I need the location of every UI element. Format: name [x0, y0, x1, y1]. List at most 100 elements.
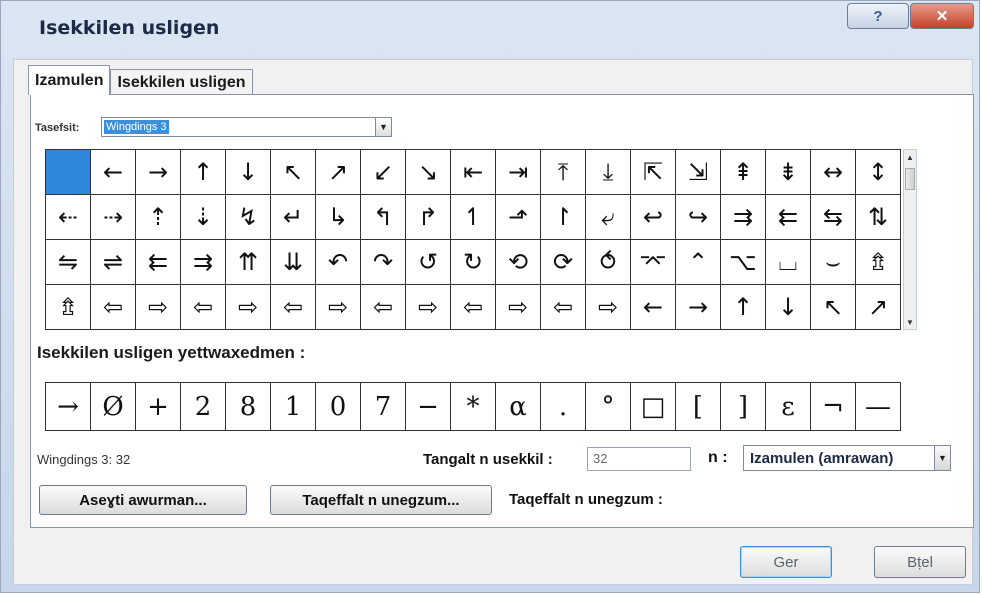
- recent-symbol-cell[interactable]: [: [676, 383, 721, 431]
- symbol-cell[interactable]: ↷: [361, 240, 406, 285]
- recent-symbol-cell[interactable]: α: [496, 383, 541, 431]
- symbol-cell[interactable]: ⇤: [451, 150, 496, 195]
- symbol-cell[interactable]: ⇅: [856, 195, 901, 240]
- symbol-cell[interactable]: ↖: [271, 150, 316, 195]
- symbol-cell[interactable]: ⇦: [541, 285, 586, 330]
- symbol-cell[interactable]: ⇨: [136, 285, 181, 330]
- symbol-cell[interactable]: ⇦: [271, 285, 316, 330]
- font-select[interactable]: Wingdings 3 ▼: [101, 117, 392, 137]
- symbol-cell[interactable]: ↔: [811, 150, 856, 195]
- symbol-cell[interactable]: →: [136, 150, 181, 195]
- ok-button[interactable]: Ger: [740, 546, 832, 578]
- symbol-cell[interactable]: ⇢: [91, 195, 136, 240]
- symbol-cell[interactable]: ↰: [361, 195, 406, 240]
- symbol-cell[interactable]: ⤶: [586, 195, 631, 240]
- symbol-cell[interactable]: ↱: [406, 195, 451, 240]
- symbol-cell[interactable]: ⇱: [631, 150, 676, 195]
- symbol-cell[interactable]: ⤓: [586, 150, 631, 195]
- recent-symbol-cell[interactable]: 2: [181, 383, 226, 431]
- help-button[interactable]: ?: [847, 3, 909, 29]
- symbol-cell[interactable]: ↿: [451, 195, 496, 240]
- recent-symbol-cell[interactable]: □: [631, 383, 676, 431]
- scroll-thumb[interactable]: [905, 168, 915, 190]
- tab-special-characters[interactable]: Isekkilen usligen: [110, 69, 253, 95]
- symbol-cell[interactable]: ⇥: [496, 150, 541, 195]
- symbol-cell[interactable]: ←: [631, 285, 676, 330]
- symbol-cell[interactable]: ⇡: [136, 195, 181, 240]
- symbol-cell[interactable]: ↗: [316, 150, 361, 195]
- symbol-cell[interactable]: ↓: [766, 285, 811, 330]
- symbol-cell[interactable]: ↶: [316, 240, 361, 285]
- symbol-cell[interactable]: ⇦: [91, 285, 136, 330]
- symbol-cell[interactable]: ⇯: [856, 240, 901, 285]
- symbol-cell[interactable]: ⇦: [181, 285, 226, 330]
- symbol-cell[interactable]: ↩: [631, 195, 676, 240]
- symbol-cell[interactable]: ⇊: [271, 240, 316, 285]
- symbol-cell[interactable]: ⌤: [631, 240, 676, 285]
- symbol-cell[interactable]: ⇌: [91, 240, 136, 285]
- recent-symbol-cell[interactable]: 7: [361, 383, 406, 431]
- symbol-cell[interactable]: ⤒: [541, 150, 586, 195]
- recent-symbol-cell[interactable]: 0: [316, 383, 361, 431]
- chevron-down-icon[interactable]: ▼: [934, 446, 950, 470]
- symbol-cell[interactable]: ⟲: [496, 240, 541, 285]
- autocorrect-button[interactable]: Aseɣti awurman...: [39, 485, 247, 515]
- recent-symbol-cell[interactable]: Ø: [91, 383, 136, 431]
- symbol-cell[interactable]: ⌃: [676, 240, 721, 285]
- symbol-cell[interactable]: ⟳: [541, 240, 586, 285]
- recent-symbol-cell[interactable]: °: [586, 383, 631, 431]
- symbol-cell[interactable]: ⥀: [586, 240, 631, 285]
- symbol-cell[interactable]: ↻: [451, 240, 496, 285]
- recent-symbol-cell[interactable]: ¬: [811, 383, 856, 431]
- symbol-cell[interactable]: ↓: [226, 150, 271, 195]
- scroll-down-icon[interactable]: ▼: [904, 315, 916, 329]
- grid-scrollbar[interactable]: ▲ ▼: [903, 149, 917, 330]
- char-code-input[interactable]: 32: [587, 447, 691, 471]
- recent-symbol-cell[interactable]: +: [136, 383, 181, 431]
- symbol-cell[interactable]: ⇨: [226, 285, 271, 330]
- symbol-cell[interactable]: ⇇: [766, 195, 811, 240]
- close-button[interactable]: ✕: [910, 3, 974, 29]
- symbol-cell[interactable]: ⇨: [496, 285, 541, 330]
- symbol-cell[interactable]: ↗: [856, 285, 901, 330]
- symbol-cell[interactable]: ⇦: [451, 285, 496, 330]
- symbol-cell[interactable]: ⇈: [226, 240, 271, 285]
- symbol-cell[interactable]: ↾: [541, 195, 586, 240]
- recent-symbol-cell[interactable]: →: [46, 383, 91, 431]
- recent-symbol-cell[interactable]: 1: [271, 383, 316, 431]
- symbol-cell[interactable]: ⌣: [811, 240, 856, 285]
- symbol-cell[interactable]: ⇨: [316, 285, 361, 330]
- symbol-cell[interactable]: ↯: [226, 195, 271, 240]
- symbol-cell[interactable]: ↕: [856, 150, 901, 195]
- symbol-cell[interactable]: ↪: [676, 195, 721, 240]
- symbol-cell[interactable]: ↑: [721, 285, 766, 330]
- symbol-cell[interactable]: [46, 150, 91, 195]
- symbol-cell[interactable]: ⇋: [46, 240, 91, 285]
- symbol-cell[interactable]: ↙: [361, 150, 406, 195]
- symbol-cell[interactable]: ⌥: [721, 240, 766, 285]
- from-select[interactable]: Izamulen (amrawan) ▼: [743, 445, 951, 471]
- symbol-cell[interactable]: ⇆: [811, 195, 856, 240]
- symbol-cell[interactable]: ↺: [406, 240, 451, 285]
- recent-symbol-cell[interactable]: 8: [226, 383, 271, 431]
- symbol-cell[interactable]: ⇨: [406, 285, 451, 330]
- shortcut-key-button[interactable]: Taqeffalt n unegzum...: [270, 485, 492, 515]
- chevron-down-icon[interactable]: ▼: [375, 118, 391, 136]
- cancel-button[interactable]: Bṭel: [874, 546, 966, 578]
- tab-symbols[interactable]: Izamulen: [28, 65, 111, 95]
- symbol-cell[interactable]: ⇲: [676, 150, 721, 195]
- symbol-cell[interactable]: ⇞: [721, 150, 766, 195]
- symbol-cell[interactable]: ⇉: [181, 240, 226, 285]
- recent-symbol-cell[interactable]: −: [406, 383, 451, 431]
- symbol-cell[interactable]: ⇉: [721, 195, 766, 240]
- symbol-cell[interactable]: ⇇: [136, 240, 181, 285]
- symbol-cell[interactable]: ⇦: [361, 285, 406, 330]
- recent-symbol-cell[interactable]: .: [541, 383, 586, 431]
- symbol-cell[interactable]: ⇯: [46, 285, 91, 330]
- symbol-cell[interactable]: ↖: [811, 285, 856, 330]
- symbol-cell[interactable]: ↘: [406, 150, 451, 195]
- symbol-cell[interactable]: ↳: [316, 195, 361, 240]
- recent-symbol-cell[interactable]: *: [451, 383, 496, 431]
- symbol-cell[interactable]: ⇟: [766, 150, 811, 195]
- symbol-cell[interactable]: ↑: [181, 150, 226, 195]
